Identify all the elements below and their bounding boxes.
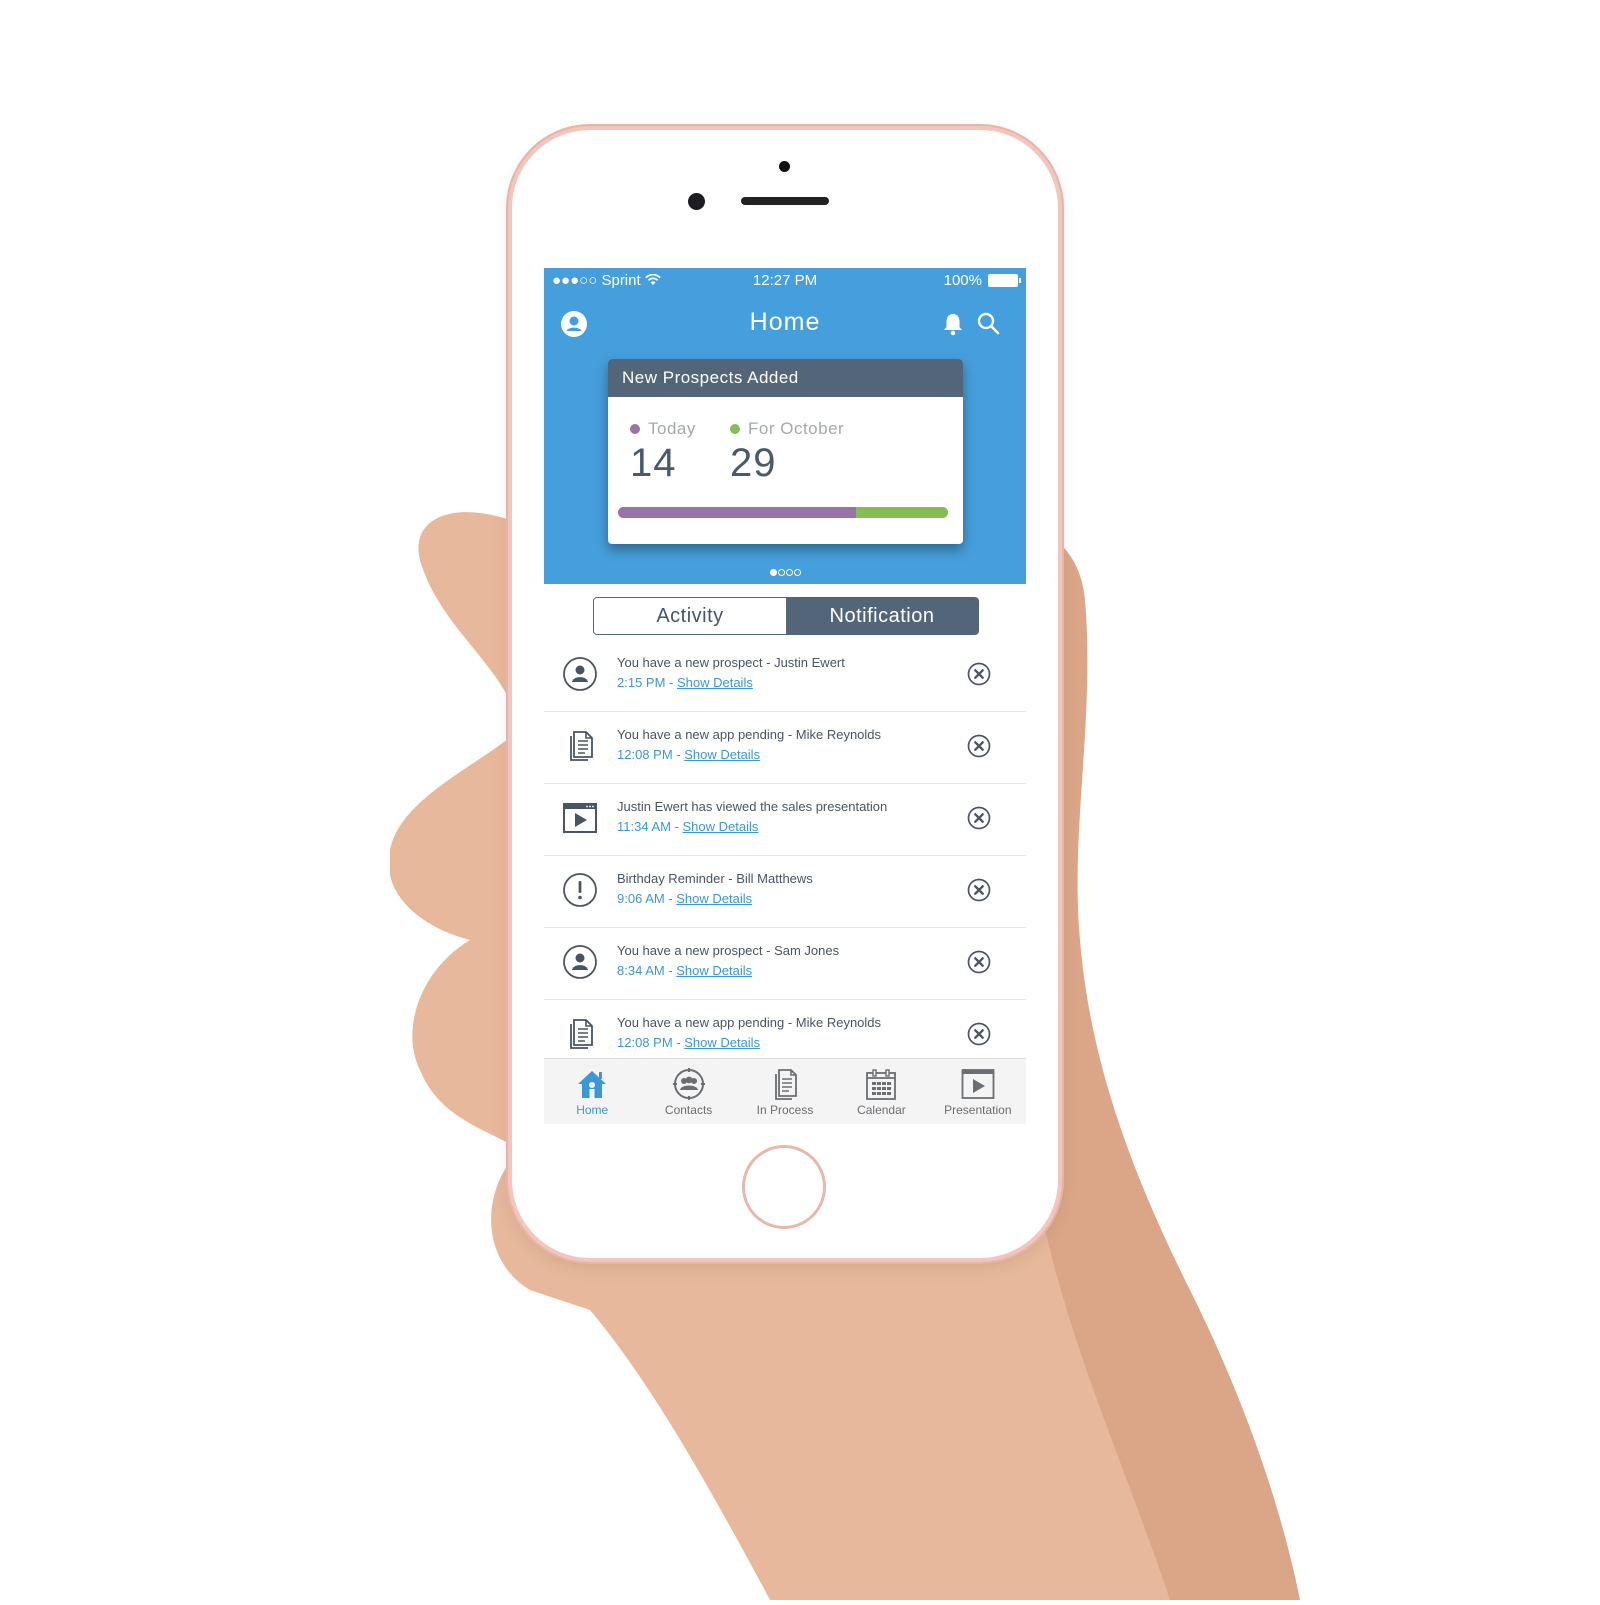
show-details-link[interactable]: Show Details xyxy=(676,963,752,978)
person-icon xyxy=(562,656,598,692)
notification-meta: 12:08 PM - Show Details xyxy=(617,747,760,762)
show-details-link[interactable]: Show Details xyxy=(683,819,759,834)
notification-item[interactable]: You have a new prospect - Sam Jones 8:34 … xyxy=(544,928,1026,1000)
notification-item[interactable]: You have a new app pending - Mike Reynol… xyxy=(544,712,1026,784)
notification-time: 8:34 AM - xyxy=(617,963,677,978)
notification-list: You have a new prospect - Justin Ewert 2:… xyxy=(544,640,1026,1072)
segmented-control: Activity Notification xyxy=(593,597,979,635)
tab-label: Contacts xyxy=(664,1103,713,1117)
notification-meta: 9:06 AM - Show Details xyxy=(617,891,752,906)
notification-message: You have a new app pending - Mike Reynol… xyxy=(617,1015,882,1030)
bottom-tab-bar: Home Contacts In Process Calendar Presentati… xyxy=(544,1058,1026,1124)
navigation-bar: Home xyxy=(544,304,1026,344)
progress-today-segment xyxy=(618,507,856,518)
stat-today-label: Today xyxy=(648,419,696,438)
notification-message: Birthday Reminder - Bill Matthews xyxy=(617,871,813,886)
home-icon xyxy=(544,1067,640,1101)
stat-october-value: 29 xyxy=(730,441,777,485)
page-dot[interactable] xyxy=(793,569,801,576)
proximity-sensor xyxy=(779,161,790,172)
tab-in-process[interactable]: In Process xyxy=(737,1059,833,1124)
dismiss-icon[interactable] xyxy=(967,878,991,902)
notification-time: 9:06 AM - xyxy=(617,891,677,906)
notification-item[interactable]: Birthday Reminder - Bill Matthews 9:06 AM… xyxy=(544,856,1026,928)
notification-meta: 8:34 AM - Show Details xyxy=(617,963,752,978)
notification-meta: 12:08 PM - Show Details xyxy=(617,1035,760,1050)
video-icon xyxy=(930,1067,1026,1101)
show-details-link[interactable]: Show Details xyxy=(676,891,752,906)
document-icon xyxy=(562,728,598,764)
show-details-link[interactable]: Show Details xyxy=(684,1035,760,1050)
calendar-icon xyxy=(833,1067,929,1101)
tab-label: In Process xyxy=(756,1103,814,1117)
notification-time: 12:08 PM - xyxy=(617,747,685,762)
video-icon xyxy=(562,800,598,836)
dismiss-icon[interactable] xyxy=(967,1022,991,1046)
home-button[interactable] xyxy=(742,1145,826,1229)
dismiss-icon[interactable] xyxy=(967,734,991,758)
tab-activity[interactable]: Activity xyxy=(594,598,786,634)
person-icon xyxy=(562,944,598,980)
header-area: ●●●○○ Sprint 12:27 PM 100% Home New Pros… xyxy=(544,268,1026,584)
stat-today-value: 14 xyxy=(630,441,677,485)
tab-calendar[interactable]: Calendar xyxy=(833,1059,929,1124)
dismiss-icon[interactable] xyxy=(967,806,991,830)
battery: 100% xyxy=(943,272,1021,289)
notification-message: You have a new prospect - Justin Ewert xyxy=(617,655,845,670)
page-indicator[interactable] xyxy=(544,563,1026,581)
legend-dot-today xyxy=(630,424,640,434)
tab-home[interactable]: Home xyxy=(544,1059,640,1124)
notification-message: Justin Ewert has viewed the sales presen… xyxy=(617,799,888,814)
document-icon xyxy=(737,1067,833,1101)
tab-label: Home xyxy=(576,1103,609,1117)
notification-message: You have a new prospect - Sam Jones xyxy=(617,943,840,958)
prospects-card[interactable]: New Prospects Added Today 14 For October… xyxy=(608,359,963,544)
search-icon[interactable] xyxy=(976,311,1000,335)
tab-label: Calendar xyxy=(857,1103,906,1117)
tab-label: Presentation xyxy=(944,1103,1012,1117)
notification-time: 11:34 AM - xyxy=(617,819,683,834)
document-icon xyxy=(562,1016,598,1052)
battery-icon xyxy=(988,274,1021,287)
page-dot[interactable] xyxy=(777,569,785,576)
show-details-link[interactable]: Show Details xyxy=(677,675,753,690)
show-details-link[interactable]: Show Details xyxy=(684,747,760,762)
page-dot[interactable] xyxy=(769,569,777,576)
front-camera xyxy=(688,193,705,210)
bell-icon[interactable] xyxy=(942,312,964,336)
notification-meta: 2:15 PM - Show Details xyxy=(617,675,753,690)
progress-october-segment xyxy=(855,507,948,518)
tab-presentation[interactable]: Presentation xyxy=(930,1059,1026,1124)
notification-time: 2:15 PM - xyxy=(617,675,677,690)
stat-october-label: For October xyxy=(748,419,845,438)
app-screen: ●●●○○ Sprint 12:27 PM 100% Home New Pros… xyxy=(544,268,1026,1124)
battery-percent: 100% xyxy=(943,272,982,289)
stat-october: For October 29 xyxy=(730,419,844,486)
stat-today: Today 14 xyxy=(630,419,696,486)
dismiss-icon[interactable] xyxy=(967,662,991,686)
status-bar: ●●●○○ Sprint 12:27 PM 100% xyxy=(544,268,1026,294)
notification-item[interactable]: Justin Ewert has viewed the sales presen… xyxy=(544,784,1026,856)
tab-contacts[interactable]: Contacts xyxy=(640,1059,736,1124)
notification-item[interactable]: You have a new prospect - Justin Ewert 2:… xyxy=(544,640,1026,712)
notification-meta: 11:34 AM - Show Details xyxy=(617,819,758,834)
dismiss-icon[interactable] xyxy=(967,950,991,974)
card-title: New Prospects Added xyxy=(608,359,963,397)
earpiece-speaker xyxy=(741,197,829,205)
legend-dot-october xyxy=(730,424,740,434)
prospects-progress-bar xyxy=(618,507,948,518)
notification-time: 12:08 PM - xyxy=(617,1035,685,1050)
tab-notification[interactable]: Notification xyxy=(786,598,978,634)
page-dot[interactable] xyxy=(785,569,793,576)
notification-message: You have a new app pending - Mike Reynol… xyxy=(617,727,882,742)
alert-icon xyxy=(562,872,598,908)
contacts-icon xyxy=(640,1067,736,1101)
